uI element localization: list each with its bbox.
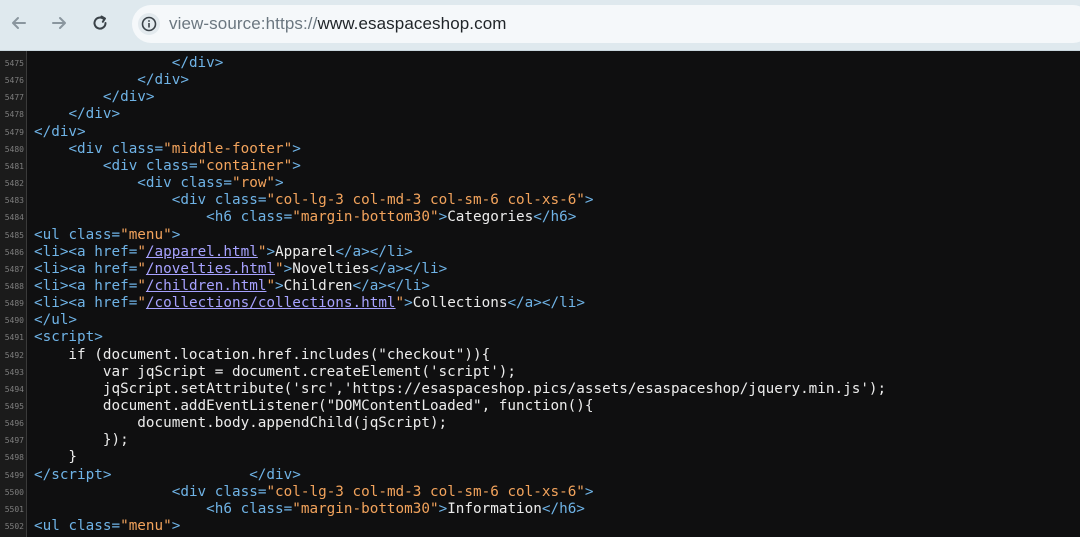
source-code: <h6 class="margin-bottom30">Categories</… [206, 209, 577, 226]
source-code: <div class="col-lg-3 col-md-3 col-sm-6 c… [171, 192, 594, 209]
source-line: 5479 </div> [0, 124, 1080, 141]
line-number: 5487 [4, 264, 24, 274]
source-code: <li><a href="/apparel.html">Apparel</a><… [34, 243, 413, 260]
source-link[interactable]: /collections/collections.html [146, 295, 396, 311]
source-line: 5490 </ul> [0, 312, 1080, 329]
browser-toolbar: view-source:https://www.esaspaceshop.com [0, 0, 1080, 51]
source-code: }); [34, 432, 129, 449]
line-number: 5501 [4, 504, 24, 514]
source-code: var jqScript = document.createElement('s… [34, 363, 517, 380]
source-code: </ul> [34, 312, 78, 329]
source-code: <div class="row"> [137, 175, 284, 192]
reload-icon[interactable] [87, 10, 113, 36]
source-line: 5486 <li><a href="/apparel.html">Apparel<… [0, 244, 1080, 261]
source-code: <li><a href="/novelties.html">Novelties<… [34, 260, 448, 277]
line-number: 5497 [4, 436, 24, 446]
source-line: 5477 </div> [0, 89, 1080, 106]
source-code: </div> [137, 72, 189, 89]
source-line: 5502 <ul class="menu"> [0, 518, 1080, 535]
source-line: 5499 </script> </div> [0, 467, 1080, 484]
source-code: } [34, 449, 78, 466]
line-number: 5498 [4, 453, 24, 463]
line-number: 5492 [4, 350, 24, 360]
source-code: <div class="col-lg-3 col-md-3 col-sm-6 c… [171, 483, 594, 500]
line-number: 5479 [4, 127, 24, 137]
source-line: 5480 <div class="middle-footer"> [0, 141, 1080, 158]
source-line: 5498 } [0, 449, 1080, 466]
line-number: 5494 [4, 384, 24, 394]
source-line: 5496 document.body.appendChild(jqScript)… [0, 415, 1080, 432]
source-line: 5478 </div> [0, 106, 1080, 123]
source-line: 5475 </div> [0, 55, 1080, 72]
address-bar[interactable]: view-source:https://www.esaspaceshop.com [132, 5, 1080, 43]
url-text[interactable]: view-source:https://www.esaspaceshop.com [169, 14, 507, 34]
source-line: 5493 var jqScript = document.createEleme… [0, 364, 1080, 381]
source-link[interactable]: /novelties.html [146, 261, 275, 277]
source-code: jqScript.setAttribute('src','https://esa… [34, 380, 887, 397]
line-number: 5484 [4, 213, 24, 223]
source-line: 5484 <h6 class="margin-bottom30">Categor… [0, 209, 1080, 226]
arrow-right-icon[interactable] [46, 10, 72, 36]
source-line: 5497 }); [0, 432, 1080, 449]
line-number: 5485 [4, 230, 24, 240]
line-number: 5478 [4, 110, 24, 120]
source-code: document.body.appendChild(jqScript); [34, 415, 448, 432]
source-line: 5500 <div class="col-lg-3 col-md-3 col-s… [0, 484, 1080, 501]
source-line: 5476 </div> [0, 72, 1080, 89]
line-number: 5477 [4, 93, 24, 103]
line-number: 5491 [4, 333, 24, 343]
source-code: <li><a href="/children.html">Children</a… [34, 277, 430, 294]
arrow-left-icon[interactable] [6, 10, 32, 36]
source-code: if (document.location.href.includes("che… [34, 346, 491, 363]
line-number: 5488 [4, 281, 24, 291]
url-domain: www.esaspaceshop.com [317, 14, 507, 33]
source-line: 5494 jqScript.setAttribute('src','https:… [0, 381, 1080, 398]
source-code: </div> [102, 89, 155, 106]
source-line: 5492 if (document.location.href.includes… [0, 347, 1080, 364]
line-number: 5496 [4, 419, 24, 429]
source-code: <script> [34, 329, 103, 346]
source-line: 5491 <script> [0, 329, 1080, 346]
line-number: 5475 [4, 59, 24, 68]
line-number: 5486 [4, 247, 24, 257]
source-code: <li><a href="/collections/collections.ht… [34, 295, 585, 312]
source-code: </div> [68, 106, 121, 123]
source-line: 5495 document.addEventListener("DOMConte… [0, 398, 1080, 415]
source-code: <ul class="menu"> [34, 518, 181, 535]
source-code: <div class="container"> [102, 157, 301, 174]
source-viewer[interactable]: 5475 </div> 5476 </div> 5477 </div> 5478 </… [0, 51, 1080, 537]
line-number: 5489 [4, 299, 24, 309]
source-line: 5481 <div class="container"> [0, 158, 1080, 175]
source-line: 5489 <li><a href="/collections/collection… [0, 295, 1080, 312]
source-code: <h6 class="margin-bottom30">Information<… [206, 500, 585, 517]
source-line: 5487 <li><a href="/novelties.html">Novelt… [0, 261, 1080, 278]
info-icon[interactable] [138, 13, 160, 35]
line-number: 5493 [4, 367, 24, 377]
line-number: 5476 [4, 76, 24, 86]
line-number: 5499 [4, 470, 24, 480]
line-number: 5482 [4, 179, 24, 189]
source-link[interactable]: /apparel.html [146, 244, 258, 260]
source-line: 5483 <div class="col-lg-3 col-md-3 col-s… [0, 192, 1080, 209]
source-line: 5501 <h6 class="margin-bottom30">Informa… [0, 501, 1080, 518]
line-number: 5483 [4, 196, 24, 206]
source-code: </div> [171, 55, 224, 71]
source-line: 5488 <li><a href="/children.html">Childre… [0, 278, 1080, 295]
line-number: 5481 [4, 161, 24, 171]
line-number: 5480 [4, 144, 24, 154]
source-line: 5485 <ul class="menu"> [0, 227, 1080, 244]
line-number: 5490 [4, 316, 24, 326]
source-link[interactable]: /children.html [146, 278, 267, 294]
source-code: document.addEventListener("DOMContentLoa… [34, 398, 594, 414]
line-number: 5495 [4, 402, 24, 411]
source-code: <ul class="menu"> [34, 226, 181, 243]
source-code: </script> </div> [34, 466, 301, 483]
line-number: 5500 [4, 487, 24, 497]
line-number: 5502 [4, 522, 24, 532]
source-code: <div class="middle-footer"> [68, 140, 301, 157]
url-prefix: view-source:https:// [169, 14, 318, 33]
source-code: </div> [34, 123, 86, 140]
source-line: 5482 <div class="row"> [0, 175, 1080, 192]
